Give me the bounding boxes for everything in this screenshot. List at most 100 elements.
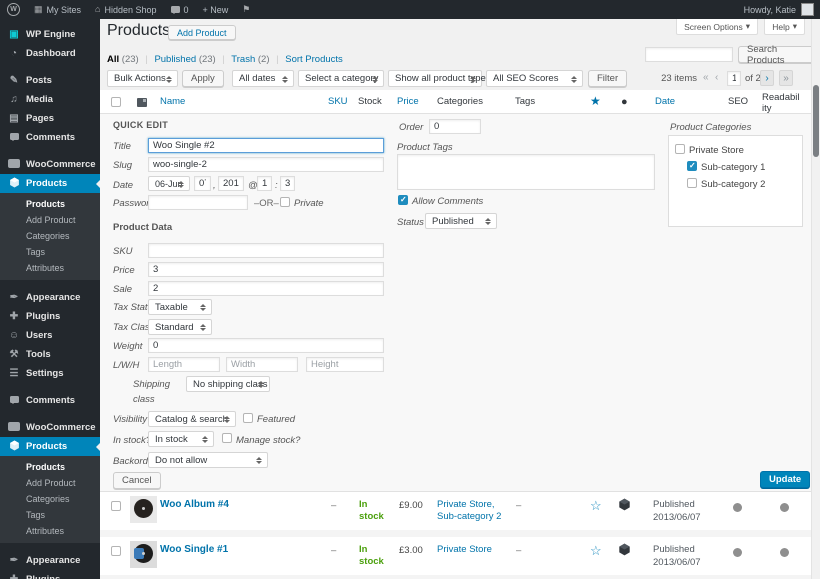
backorders-select[interactable]: Do not allow — [148, 452, 268, 468]
product-thumbnail[interactable] — [130, 541, 157, 568]
title-input[interactable] — [148, 138, 384, 153]
current-page-input[interactable] — [727, 71, 741, 86]
apply-button[interactable]: Apply — [182, 70, 224, 87]
column-header-price[interactable]: Price — [397, 96, 419, 107]
category-checkbox-sub-category-2[interactable] — [687, 178, 697, 188]
categories-cell[interactable]: Private Store — [437, 544, 512, 556]
date-filter-select[interactable]: All dates — [232, 70, 294, 87]
featured-checkbox[interactable] — [243, 413, 253, 423]
tax-status-select[interactable]: Taxable — [148, 299, 212, 315]
column-header-date[interactable]: Date — [655, 96, 675, 107]
help-tab[interactable]: Help ▾ — [764, 19, 805, 35]
menu-item-comments[interactable]: Comments — [0, 128, 100, 147]
manage-stock-checkbox[interactable] — [222, 433, 232, 443]
minute-input[interactable] — [280, 176, 295, 191]
submenu-categories[interactable]: Categories — [0, 228, 100, 244]
private-checkbox[interactable] — [280, 197, 290, 207]
sale-price-input[interactable] — [148, 281, 384, 296]
menu-item-posts[interactable]: ✎ Posts — [0, 71, 100, 90]
menu-item-woocommerce-2[interactable]: WooCommerce — [0, 418, 100, 437]
seo-scores-filter-select[interactable]: All SEO Scores — [486, 70, 583, 87]
search-products-button[interactable]: Search Products — [738, 44, 820, 66]
scrollbar-track[interactable] — [811, 19, 820, 579]
view-published-link[interactable]: Published — [154, 54, 196, 65]
submenu-products[interactable]: Products — [0, 196, 100, 212]
my-sites-menu[interactable]: ▦ My Sites — [27, 0, 88, 19]
account-menu[interactable]: Howdy, Katie — [744, 0, 814, 19]
featured-column-star-icon[interactable]: ★ — [590, 94, 601, 108]
price-input[interactable] — [148, 262, 384, 277]
menu-item-plugins[interactable]: ✚ Plugins — [0, 307, 100, 326]
add-product-button[interactable]: Add Product — [168, 25, 236, 40]
submenu-add-product[interactable]: Add Product — [0, 475, 100, 491]
row-checkbox[interactable] — [111, 501, 121, 511]
menu-item-products[interactable]: Products — [0, 174, 100, 193]
height-input[interactable] — [306, 357, 384, 372]
filter-button[interactable]: Filter — [588, 70, 628, 87]
menu-item-plugins-2[interactable]: ✚Plugins — [0, 570, 100, 579]
submenu-categories[interactable]: Categories — [0, 491, 100, 507]
submenu-attributes[interactable]: Attributes — [0, 260, 100, 276]
categories-cell[interactable]: Private Store, Sub-category 2 — [437, 499, 512, 524]
menu-item-media[interactable]: ♫ Media — [0, 90, 100, 109]
product-type-filter-select[interactable]: Show all product types — [388, 70, 491, 87]
next-page-button[interactable]: › — [760, 70, 774, 86]
view-trash-link[interactable]: Trash — [231, 54, 255, 65]
menu-item-dashboard[interactable]: ◔ Dashboard — [0, 44, 100, 63]
stock-status-select[interactable]: In stock — [148, 431, 214, 447]
weight-input[interactable] — [148, 338, 384, 353]
column-header-sku[interactable]: SKU — [328, 96, 348, 107]
status-select[interactable]: Published — [425, 213, 497, 229]
last-page-button[interactable]: » — [779, 70, 793, 86]
menu-item-pages[interactable]: ▤ Pages — [0, 109, 100, 128]
shipping-class-select[interactable]: No shipping class — [186, 376, 270, 392]
slug-input[interactable] — [148, 157, 384, 172]
menu-item-tools[interactable]: ⚒ Tools — [0, 345, 100, 364]
day-input[interactable] — [194, 176, 211, 191]
bulk-actions-select[interactable]: Bulk Actions — [107, 70, 178, 87]
year-input[interactable] — [218, 176, 244, 191]
menu-item-settings[interactable]: ☰ Settings — [0, 364, 100, 383]
menu-item-users[interactable]: ☺ Users — [0, 326, 100, 345]
new-content-menu[interactable]: + New — [196, 0, 236, 19]
month-select[interactable]: 06-Jun — [148, 176, 190, 191]
menu-item-wp-engine[interactable]: ▣ WP Engine — [0, 25, 100, 44]
category-checkbox-private-store[interactable] — [675, 144, 685, 154]
menu-item-products-2[interactable]: Products — [0, 437, 100, 456]
product-thumbnail[interactable] — [130, 496, 157, 523]
screen-options-tab[interactable]: Screen Options ▾ — [676, 19, 758, 35]
cancel-button[interactable]: Cancel — [113, 472, 161, 489]
site-name-menu[interactable]: ⌂ Hidden Shop — [88, 0, 163, 19]
plugin-badge-menu[interactable]: ⚑ — [235, 0, 257, 19]
submenu-tags[interactable]: Tags — [0, 244, 100, 260]
select-all-checkbox[interactable] — [111, 97, 121, 107]
password-input[interactable] — [148, 195, 248, 210]
row-checkbox[interactable] — [111, 546, 121, 556]
menu-item-appearance-2[interactable]: ✒ Appearance — [0, 551, 100, 570]
menu-item-comments-2[interactable]: Comments — [0, 391, 100, 410]
wp-logo-menu[interactable]: W — [0, 0, 27, 19]
product-name-link[interactable]: Woo Single #1 — [160, 544, 228, 555]
product-name-link[interactable]: Woo Album #4 — [160, 499, 229, 510]
product-tags-textarea[interactable] — [397, 154, 655, 190]
update-button[interactable]: Update — [760, 471, 811, 488]
visibility-select[interactable]: Catalog & search — [148, 411, 236, 427]
sort-products-link[interactable]: Sort Products — [285, 54, 343, 65]
tax-class-select[interactable]: Standard — [148, 319, 212, 335]
length-input[interactable] — [148, 357, 220, 372]
featured-star-icon[interactable]: ☆ — [590, 499, 602, 512]
search-input[interactable] — [645, 47, 733, 62]
submenu-add-product[interactable]: Add Product — [0, 212, 100, 228]
scrollbar-thumb[interactable] — [813, 85, 819, 157]
view-all-link[interactable]: All — [107, 54, 119, 65]
submenu-products[interactable]: Products — [0, 459, 100, 475]
category-checkbox-sub-category-1[interactable] — [687, 161, 697, 171]
menu-item-woocommerce[interactable]: WooCommerce — [0, 155, 100, 174]
sku-input[interactable] — [148, 243, 384, 258]
column-header-name[interactable]: Name — [160, 96, 185, 107]
width-input[interactable] — [226, 357, 298, 372]
category-filter-select[interactable]: Select a category — [298, 70, 384, 87]
featured-star-icon[interactable]: ☆ — [590, 544, 602, 557]
hour-input[interactable] — [257, 176, 272, 191]
allow-comments-checkbox[interactable] — [398, 195, 408, 205]
